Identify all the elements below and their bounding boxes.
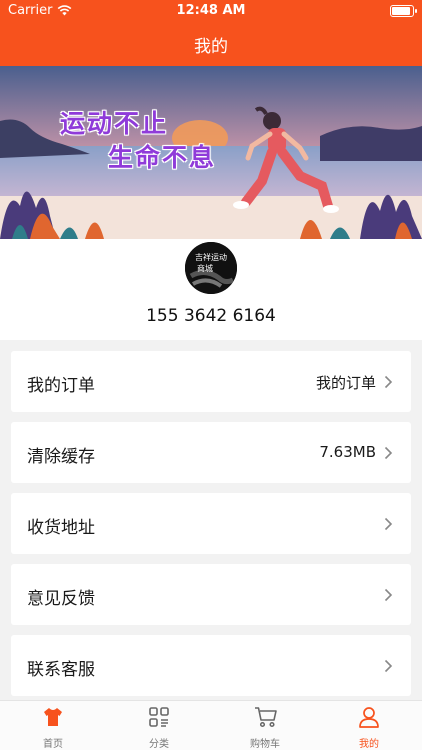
tab-bar: 首页 分类 购物车 我的 (0, 700, 422, 750)
menu-row-feedback[interactable]: 意见反馈 (11, 564, 411, 625)
phone-number: 155 3642 6164 (146, 306, 276, 326)
banner-slogan-1: 运动不止 (60, 109, 169, 138)
tab-label: 购物车 (250, 739, 280, 750)
menu-row-customer-service[interactable]: 联系客服 (11, 635, 411, 696)
menu-row-address[interactable]: 收货地址 (11, 493, 411, 554)
header: Carrier 12:48 AM 我的 (0, 0, 422, 66)
tab-cart[interactable]: 购物车 (212, 701, 318, 750)
tab-home[interactable]: 首页 (0, 701, 106, 750)
tab-category[interactable]: 分类 (106, 701, 212, 750)
menu-row-clear-cache[interactable]: 清除缓存 7.63MB (11, 422, 411, 483)
tab-label: 分类 (149, 739, 169, 750)
page-title: 我的 (194, 37, 228, 57)
avatar-text-1: 吉祥运动 (195, 252, 227, 262)
menu-label: 我的订单 (27, 376, 95, 396)
profile-section: 吉祥运动 商城 155 3642 6164 (0, 239, 422, 340)
banner-slogan-2: 生命不息 (108, 143, 217, 172)
clock: 12:48 AM (176, 3, 246, 18)
menu-value: 我的订单 (315, 374, 376, 392)
person-icon (359, 707, 379, 728)
grid-icon (149, 707, 169, 727)
chevron-right-icon (384, 375, 393, 389)
avatar-logo: 吉祥运动 商城 (185, 242, 237, 294)
cart-icon (255, 707, 277, 728)
menu-row-orders[interactable]: 我的订单 我的订单 (11, 351, 411, 412)
shirt-icon (44, 708, 62, 726)
avatar-text-2: 商城 (197, 263, 213, 273)
tab-label: 我的 (359, 739, 379, 750)
status-bar: Carrier 12:48 AM (0, 0, 422, 22)
tab-label: 首页 (43, 739, 63, 750)
chevron-right-icon (384, 517, 393, 531)
menu-label: 收货地址 (27, 518, 95, 538)
tab-mine[interactable]: 我的 (316, 701, 422, 750)
chevron-right-icon (384, 659, 393, 673)
menu-label: 清除缓存 (27, 447, 95, 467)
avatar[interactable]: 吉祥运动 商城 (185, 242, 237, 294)
menu-value: 7.63MB (319, 443, 376, 461)
banner[interactable]: 运动不止 生命不息 (0, 66, 422, 239)
chevron-right-icon (384, 446, 393, 460)
battery-icon (390, 5, 417, 17)
menu-label: 联系客服 (27, 660, 95, 680)
menu-label: 意见反馈 (27, 589, 95, 609)
chevron-right-icon (384, 588, 393, 602)
